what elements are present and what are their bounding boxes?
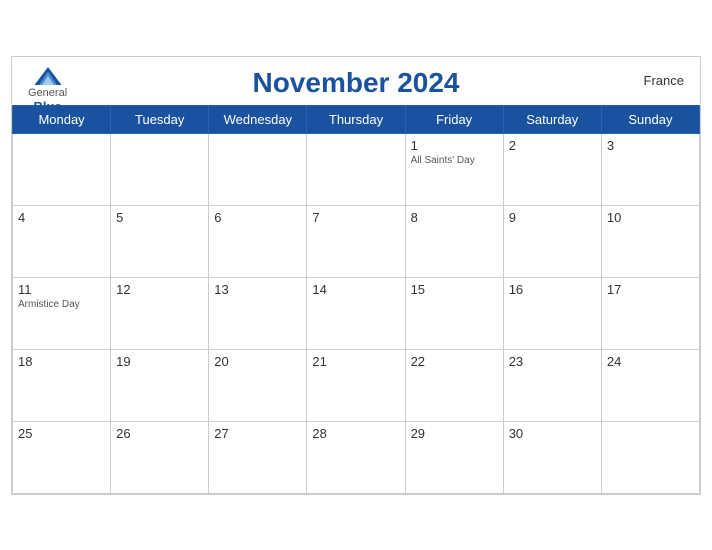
calendar-day-cell: 7 [307, 205, 405, 277]
day-number: 7 [312, 210, 399, 225]
day-number: 4 [18, 210, 105, 225]
day-number: 3 [607, 138, 694, 153]
day-number: 6 [214, 210, 301, 225]
calendar-week-row: 456789 10 [13, 205, 700, 277]
calendar-day-cell: 10 [601, 205, 699, 277]
calendar-day-cell: 17 [601, 277, 699, 349]
day-number: 12 [116, 282, 203, 297]
calendar-day-cell: 11 Armistice Day [13, 277, 111, 349]
country-label: France [644, 73, 684, 88]
calendar-table: Monday Tuesday Wednesday Thursday Friday… [12, 105, 700, 494]
calendar-day-cell: 13 [209, 277, 307, 349]
calendar-container: General Blue November 2024 France Monday… [11, 56, 701, 495]
logo-icon [33, 65, 63, 87]
calendar-day-cell: 29 [405, 421, 503, 493]
calendar-day-cell: 15 [405, 277, 503, 349]
calendar-day-cell: 25 [13, 421, 111, 493]
day-number: 17 [607, 282, 694, 297]
day-number: 1 [411, 138, 498, 153]
calendar-header: General Blue November 2024 France [12, 57, 700, 105]
calendar-week-row: 18 19 20 21 22 23 24 [13, 349, 700, 421]
day-number: 13 [214, 282, 301, 297]
header-friday: Friday [405, 105, 503, 133]
logo-general-text: General [28, 87, 67, 99]
calendar-day-cell: 28 [307, 421, 405, 493]
day-number: 5 [116, 210, 203, 225]
holiday-name: All Saints' Day [411, 155, 498, 166]
calendar-day-cell: 26 [111, 421, 209, 493]
calendar-day-cell: 12 [111, 277, 209, 349]
calendar-body: 1 All Saints' Day 23 456789 10 11 Armistice Da… [13, 133, 700, 493]
calendar-day-cell: 3 [601, 133, 699, 205]
calendar-day-cell: 23 [503, 349, 601, 421]
day-number: 11 [18, 282, 105, 297]
calendar-week-row: 25 26 27 28 29 30 [13, 421, 700, 493]
header-tuesday: Tuesday [111, 105, 209, 133]
day-number: 29 [411, 426, 498, 441]
calendar-day-cell: 8 [405, 205, 503, 277]
day-number: 30 [509, 426, 596, 441]
calendar-week-row: 1 All Saints' Day 23 [13, 133, 700, 205]
calendar-day-cell [111, 133, 209, 205]
calendar-day-cell: 1 All Saints' Day [405, 133, 503, 205]
calendar-day-cell: 5 [111, 205, 209, 277]
calendar-day-cell [13, 133, 111, 205]
calendar-week-row: 11 Armistice Day 12 13 14 15 16 17 [13, 277, 700, 349]
calendar-day-cell: 30 [503, 421, 601, 493]
calendar-day-cell: 21 [307, 349, 405, 421]
calendar-day-cell: 4 [13, 205, 111, 277]
calendar-day-cell: 19 [111, 349, 209, 421]
logo-blue-text: Blue [33, 99, 61, 114]
day-number: 20 [214, 354, 301, 369]
day-number: 26 [116, 426, 203, 441]
day-number: 28 [312, 426, 399, 441]
day-number: 8 [411, 210, 498, 225]
calendar-day-cell: 2 [503, 133, 601, 205]
calendar-day-cell: 24 [601, 349, 699, 421]
day-number: 27 [214, 426, 301, 441]
day-number: 2 [509, 138, 596, 153]
calendar-day-cell [307, 133, 405, 205]
calendar-day-cell [601, 421, 699, 493]
day-number: 25 [18, 426, 105, 441]
header-sunday: Sunday [601, 105, 699, 133]
calendar-day-cell: 9 [503, 205, 601, 277]
header-saturday: Saturday [503, 105, 601, 133]
calendar-title: November 2024 [252, 67, 459, 99]
day-number: 19 [116, 354, 203, 369]
calendar-day-cell: 27 [209, 421, 307, 493]
calendar-day-cell: 18 [13, 349, 111, 421]
calendar-day-cell: 22 [405, 349, 503, 421]
day-number: 14 [312, 282, 399, 297]
calendar-day-cell: 6 [209, 205, 307, 277]
calendar-day-cell [209, 133, 307, 205]
header-wednesday: Wednesday [209, 105, 307, 133]
logo-area: General Blue [28, 65, 67, 114]
holiday-name: Armistice Day [18, 299, 105, 310]
day-number: 18 [18, 354, 105, 369]
header-thursday: Thursday [307, 105, 405, 133]
day-number: 15 [411, 282, 498, 297]
calendar-day-cell: 16 [503, 277, 601, 349]
weekday-header-row: Monday Tuesday Wednesday Thursday Friday… [13, 105, 700, 133]
day-number: 23 [509, 354, 596, 369]
calendar-day-cell: 20 [209, 349, 307, 421]
day-number: 16 [509, 282, 596, 297]
day-number: 24 [607, 354, 694, 369]
day-number: 9 [509, 210, 596, 225]
day-number: 21 [312, 354, 399, 369]
day-number: 10 [607, 210, 694, 225]
day-number: 22 [411, 354, 498, 369]
calendar-day-cell: 14 [307, 277, 405, 349]
